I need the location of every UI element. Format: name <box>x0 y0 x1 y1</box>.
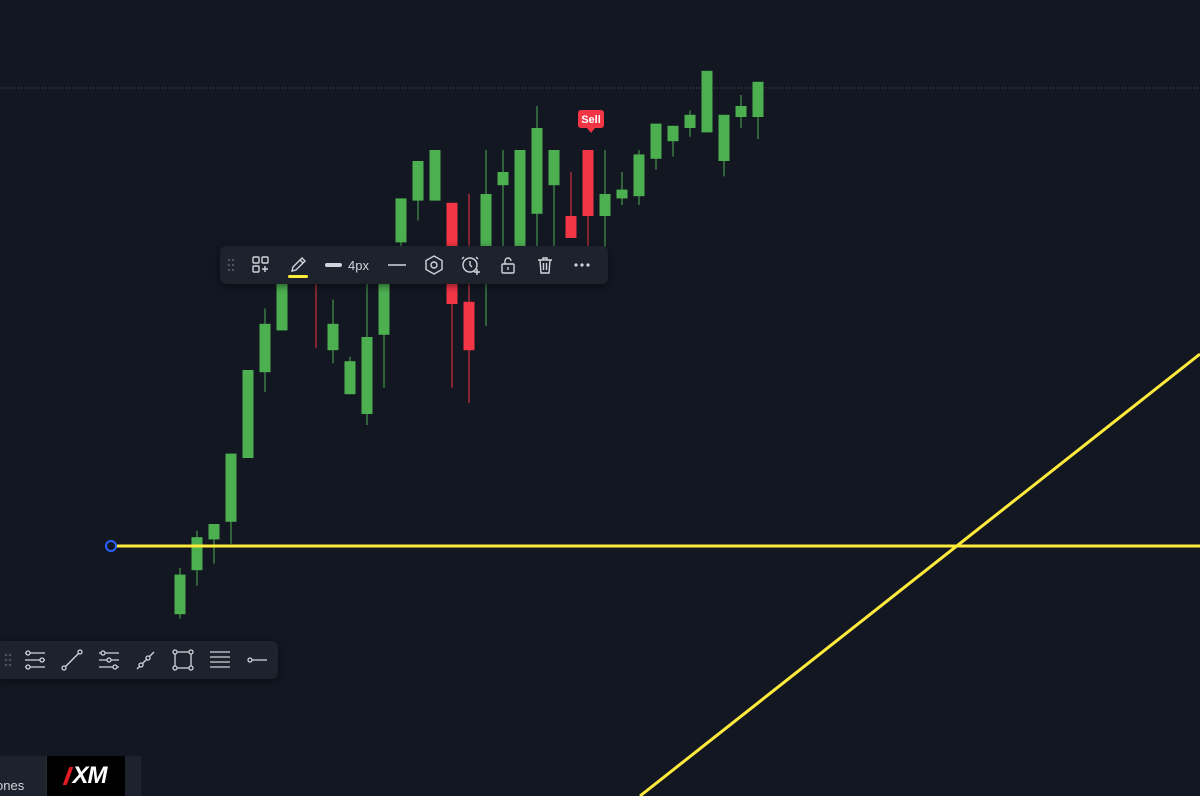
sell-label: Sell <box>581 114 601 126</box>
trash-icon[interactable] <box>526 246 563 284</box>
candle-bull <box>361 337 373 414</box>
drawing-tools-panel <box>0 641 278 679</box>
line-style-icon[interactable] <box>378 246 415 284</box>
candle-bull <box>208 524 220 540</box>
candles <box>174 70 764 619</box>
candle-bear <box>565 216 577 238</box>
trend-line-drawing[interactable] <box>639 352 1200 796</box>
broker-logo-text: XM <box>66 762 108 790</box>
candle-bull <box>599 194 611 216</box>
parallel-channel-icon[interactable] <box>16 641 53 679</box>
candle-bull <box>718 114 730 161</box>
more-dots-icon[interactable] <box>563 246 600 284</box>
candle-bull <box>225 453 237 522</box>
trend-line-icon[interactable] <box>53 641 90 679</box>
broker-logo: XM <box>47 756 125 796</box>
line-width-button[interactable]: 4px <box>316 246 378 284</box>
candle-bull <box>242 370 254 458</box>
candle-bull <box>531 128 543 214</box>
candle-bull <box>259 323 271 373</box>
candle-bull <box>752 81 764 117</box>
pencil-color-icon[interactable] <box>279 246 316 284</box>
regression-trend-icon[interactable] <box>90 641 127 679</box>
horizontal-lines-icon[interactable] <box>201 641 238 679</box>
candle-bull <box>701 70 713 133</box>
unlock-icon[interactable] <box>489 246 526 284</box>
candle-bull <box>344 361 356 395</box>
candle-bull <box>395 198 407 243</box>
line-width-bar-icon <box>325 263 343 267</box>
candle-bull <box>735 106 747 117</box>
candle-bear <box>582 150 594 216</box>
templates-add-icon[interactable] <box>242 246 279 284</box>
candle-bull <box>497 172 509 186</box>
bottom-tab[interactable]: ones <box>0 756 47 796</box>
line-width-label: 4px <box>348 257 369 273</box>
drag-handle-icon[interactable] <box>220 246 242 284</box>
ray-icon[interactable] <box>127 641 164 679</box>
candle-bull <box>191 537 203 571</box>
sell-marker: Sell <box>578 110 604 133</box>
drawing-toolbar: 4px <box>220 246 608 284</box>
add-alert-icon[interactable] <box>452 246 489 284</box>
anchor-handle[interactable] <box>105 540 117 552</box>
candle-bull <box>633 154 645 197</box>
bottom-strip <box>125 756 141 796</box>
candle-bull <box>650 123 662 159</box>
candle-bull <box>412 161 424 201</box>
candle-bull <box>667 125 679 142</box>
candle-bull <box>548 150 560 186</box>
drag-handle-icon[interactable] <box>0 641 16 679</box>
candle-bull <box>174 574 186 615</box>
bottom-tab-label: ones <box>0 778 25 793</box>
horizontal-ray-icon[interactable] <box>238 641 275 679</box>
settings-hexagon-icon[interactable] <box>415 246 452 284</box>
color-swatch <box>288 275 308 278</box>
candle-bull <box>684 114 696 128</box>
candle-bull <box>327 323 339 351</box>
candle-bull <box>429 150 441 201</box>
rectangle-icon[interactable] <box>164 641 201 679</box>
candle-bull <box>616 189 628 199</box>
candle-bear <box>463 301 475 351</box>
